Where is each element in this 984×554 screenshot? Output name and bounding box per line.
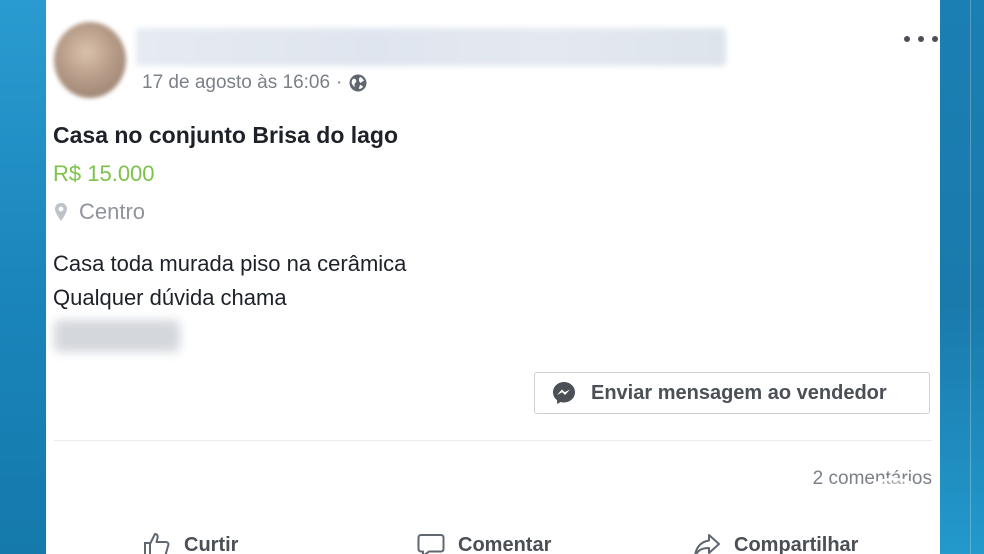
like-button[interactable]: Curtir xyxy=(142,530,238,554)
more-options-icon[interactable] xyxy=(904,32,938,46)
like-label: Curtir xyxy=(184,533,239,554)
marketplace-post: 17 de agosto às 16:06 · Casa no conjunto… xyxy=(46,0,940,554)
listing-price: R$ 15.000 xyxy=(53,161,155,186)
action-bar: Curtir Comentar Compartilhar xyxy=(46,530,940,554)
share-label: Compartilhar xyxy=(734,533,859,554)
broadcaster-logo-icon xyxy=(864,477,924,519)
send-message-label: Enviar mensagem ao vendedor xyxy=(591,381,887,404)
share-button[interactable]: Compartilhar xyxy=(692,530,858,554)
comment-icon xyxy=(417,534,445,554)
post-meta: 17 de agosto às 16:06 · xyxy=(142,70,368,96)
globe-icon[interactable] xyxy=(348,73,368,93)
comment-label: Comentar xyxy=(458,533,552,554)
location-label: Centro xyxy=(79,199,146,224)
more-dot xyxy=(904,36,910,42)
more-dot xyxy=(918,36,924,42)
more-dot xyxy=(932,36,938,42)
thumbs-up-icon xyxy=(144,533,170,554)
avatar[interactable] xyxy=(54,22,126,98)
background-right xyxy=(940,0,984,554)
background-glint xyxy=(970,0,971,554)
comment-button[interactable]: Comentar xyxy=(416,530,551,554)
listing-title: Casa no conjunto Brisa do lago xyxy=(53,122,399,148)
meta-separator: · xyxy=(336,72,343,93)
share-icon xyxy=(694,534,720,554)
background-left xyxy=(0,0,46,554)
listing-location: Centro xyxy=(53,199,145,225)
description-line: Casa toda murada piso na cerâmica xyxy=(53,251,407,276)
location-pin-icon xyxy=(55,203,67,221)
divider xyxy=(54,440,932,441)
messenger-icon xyxy=(553,382,575,404)
description-line: Qualquer dúvida chama xyxy=(53,285,287,310)
timestamp[interactable]: 17 de agosto às 16:06 xyxy=(142,72,330,94)
author-name-redacted[interactable] xyxy=(136,28,726,66)
phone-number-redacted xyxy=(54,320,180,352)
send-message-button[interactable]: Enviar mensagem ao vendedor xyxy=(534,372,930,414)
